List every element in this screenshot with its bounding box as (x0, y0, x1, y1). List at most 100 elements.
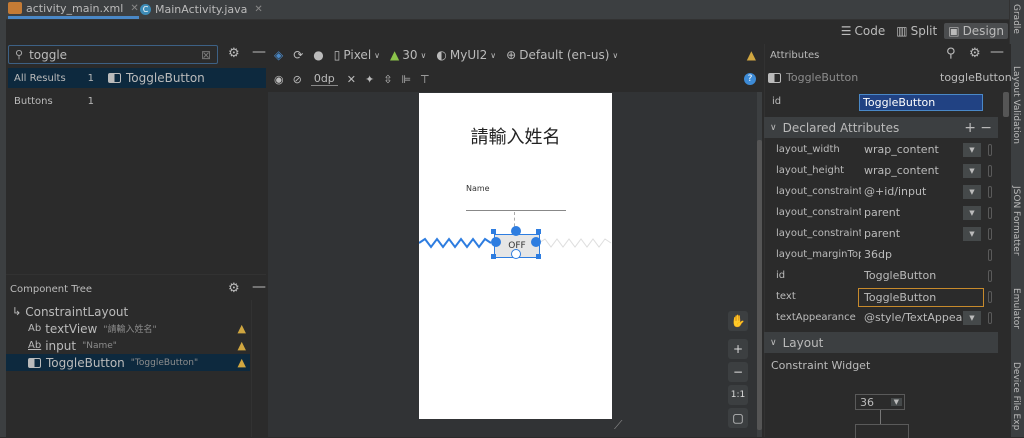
close-icon[interactable]: ✕ (130, 3, 138, 14)
orientation-icon[interactable]: ⟳ (293, 48, 303, 62)
tool-layout-validation[interactable]: Layout Validation (1011, 66, 1021, 144)
resource-picker-icon[interactable] (988, 249, 992, 261)
attribute-row[interactable]: text ToggleButton (764, 287, 992, 308)
id-field[interactable] (859, 94, 983, 111)
align-icon[interactable]: ⊫ (401, 73, 411, 86)
theme-selector[interactable]: ◐ MyUI2 ∨ (436, 48, 496, 62)
chevron-down-icon[interactable]: ▼ (963, 143, 981, 157)
tab-main-activity[interactable]: C MainActivity.java ✕ (140, 0, 263, 19)
gear-icon[interactable]: ⚙ (969, 46, 981, 61)
resource-picker-icon[interactable] (988, 270, 992, 282)
device-selector[interactable]: ▯ Pixel ∨ (334, 48, 380, 62)
tool-gradle[interactable]: Gradle (1011, 4, 1021, 34)
layout-section-header[interactable]: ∨ Layout (764, 332, 998, 353)
resource-picker-icon[interactable] (988, 312, 992, 324)
resource-picker-icon[interactable] (988, 207, 992, 219)
pan-hand-button[interactable]: ✋ (728, 311, 748, 331)
tree-scrollbar[interactable] (251, 300, 267, 437)
attribute-row[interactable]: id ToggleButton (764, 266, 992, 287)
top-margin-selector[interactable]: 36 ▼ (855, 394, 905, 410)
title-textview[interactable]: 請輸入姓名 (419, 123, 612, 149)
locale-selector[interactable]: ⊕ Default (en-us) ∨ (506, 48, 618, 62)
constraint-anchor-right[interactable] (531, 237, 541, 247)
search-input[interactable] (29, 47, 180, 62)
design-view-button[interactable]: ▣ Design (944, 23, 1008, 39)
attribute-value[interactable]: wrap_content (864, 164, 964, 177)
minimize-icon[interactable]: — (252, 44, 266, 60)
attribute-row[interactable]: layout_constraint...parent▼ (764, 224, 992, 245)
attribute-value[interactable]: 36dp (864, 248, 964, 261)
attribute-value[interactable]: ToggleButton (858, 288, 984, 307)
attribute-row[interactable]: layout_width wrap_content ▼ (764, 140, 992, 161)
attribute-row[interactable]: layout_constraint...parent▼ (764, 203, 992, 224)
zoom-in-button[interactable]: + (728, 339, 748, 359)
resize-corner-icon[interactable]: ⟋ (614, 418, 622, 433)
help-icon[interactable]: ? (744, 73, 756, 85)
attribute-row[interactable]: layout_constraint...@+id/input▼ (764, 182, 992, 203)
name-input-hint[interactable]: Name (466, 184, 490, 193)
gear-icon[interactable]: ⚙ (228, 46, 240, 61)
tool-json-formatter[interactable]: JSON Formatter (1011, 186, 1021, 256)
tree-row-input[interactable]: Ab input "Name" ▲ (6, 337, 250, 354)
default-margin-field[interactable]: 0dp (310, 72, 338, 86)
attributes-scrollbar[interactable] (1003, 92, 1009, 117)
split-view-button[interactable]: ▥ Split (892, 23, 941, 39)
palette-item-togglebutton[interactable]: ToggleButton (98, 68, 266, 88)
autoconnect-icon[interactable]: ⊘ (293, 73, 302, 86)
clear-constraints-icon[interactable]: ✕ (347, 73, 356, 86)
constraint-anchor-bottom[interactable] (511, 249, 521, 259)
attribute-row[interactable]: textAppearance @style/TextAppea ▼ (764, 308, 992, 329)
attribute-value[interactable]: @+id/input (864, 185, 964, 198)
category-all-results[interactable]: All Results 1 (8, 68, 98, 88)
resource-picker-icon[interactable] (988, 144, 992, 156)
warning-icon[interactable]: ▲ (747, 48, 756, 62)
add-icon[interactable]: + (964, 120, 976, 136)
constraint-anchor-left[interactable] (491, 237, 501, 247)
resize-handle[interactable] (536, 254, 541, 259)
tree-row-textview[interactable]: Ab textView "請輸入姓名" ▲ (6, 320, 250, 337)
palette-search-field[interactable]: ⚲ ⊠ (8, 45, 218, 64)
tree-row-constraintlayout[interactable]: ↳ ConstraintLayout (6, 303, 250, 320)
api-selector[interactable]: ▲ 30 ∨ (390, 48, 426, 62)
resize-handle[interactable] (491, 254, 496, 259)
clear-search-icon[interactable]: ⊠ (201, 48, 211, 62)
attribute-value[interactable]: parent (864, 206, 964, 219)
resource-picker-icon[interactable] (988, 291, 992, 303)
layers-icon[interactable]: ◈ (274, 48, 283, 62)
warning-icon[interactable]: ▲ (238, 356, 246, 369)
search-icon[interactable]: ⚲ (946, 46, 956, 61)
tool-emulator[interactable]: Emulator (1011, 288, 1021, 329)
close-icon[interactable]: ✕ (254, 4, 262, 15)
attribute-row[interactable]: layout_marginTop 36dp (764, 245, 992, 266)
resource-picker-icon[interactable] (988, 186, 992, 198)
tool-device-file-explorer[interactable]: Device File Exp (1011, 362, 1021, 430)
zoom-fit-button[interactable]: ▢ (728, 408, 748, 428)
chevron-down-icon[interactable]: ▼ (963, 185, 981, 199)
declared-attributes-header[interactable]: ∨ Declared Attributes + − (764, 117, 998, 138)
gear-icon[interactable]: ⚙ (228, 281, 240, 296)
code-view-button[interactable]: ☰ Code (837, 23, 890, 39)
remove-icon[interactable]: − (980, 120, 992, 136)
chevron-down-icon[interactable]: ▼ (963, 227, 981, 241)
chevron-down-icon[interactable]: ▼ (963, 164, 981, 178)
canvas-scrollbar-thumb[interactable] (757, 140, 762, 430)
constraint-anchor-top[interactable] (511, 226, 521, 236)
attribute-row[interactable]: layout_height wrap_content ▼ (764, 161, 992, 182)
chevron-down-icon[interactable]: ▼ (963, 311, 981, 325)
resize-handle[interactable] (536, 229, 541, 234)
warning-icon[interactable]: ▲ (238, 339, 246, 352)
night-mode-icon[interactable]: ● (313, 48, 323, 62)
category-buttons[interactable]: Buttons 1 (8, 91, 98, 111)
guidelines-icon[interactable]: ⊤ (420, 73, 430, 86)
zoom-out-button[interactable]: − (728, 362, 748, 382)
tree-row-togglebutton[interactable]: ToggleButton "ToggleButton" ▲ (6, 354, 250, 371)
attribute-value[interactable]: @style/TextAppea (864, 311, 964, 324)
resource-picker-icon[interactable] (988, 165, 992, 177)
eye-icon[interactable]: ◉ (274, 73, 284, 86)
minimize-icon[interactable]: — (252, 279, 266, 295)
attribute-value[interactable]: parent (864, 227, 964, 240)
minimize-icon[interactable]: — (990, 44, 1004, 60)
resize-handle[interactable] (491, 229, 496, 234)
chevron-down-icon[interactable]: ▼ (963, 206, 981, 220)
attribute-value[interactable]: ToggleButton (864, 269, 964, 282)
